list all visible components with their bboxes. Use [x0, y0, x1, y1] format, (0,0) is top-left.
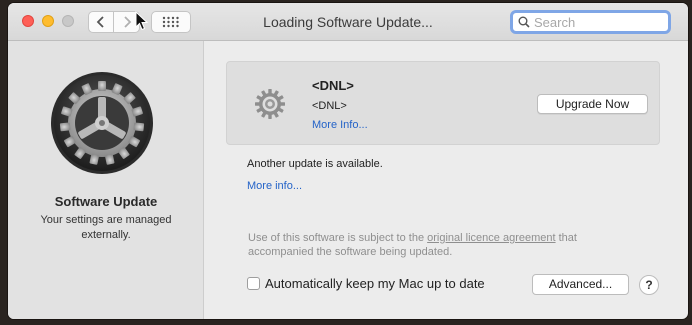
close-button[interactable]	[22, 15, 34, 27]
update-card: <DNL> <DNL> More Info... Upgrade Now	[226, 61, 660, 145]
software-update-gear-icon	[51, 72, 153, 174]
sidebar: Software Update Your settings are manage…	[8, 41, 204, 319]
update-name: <DNL>	[312, 78, 354, 93]
preferences-window: Loading Software Update... Search Softwa…	[8, 3, 688, 319]
search-icon	[518, 16, 530, 28]
sidebar-title: Software Update	[54, 194, 158, 209]
show-all-button[interactable]	[151, 11, 191, 33]
back-button[interactable]	[88, 11, 114, 33]
auto-update-checkbox[interactable]	[247, 277, 260, 290]
window-title: Loading Software Update...	[263, 14, 433, 30]
chevron-right-icon	[123, 16, 131, 28]
more-info-link[interactable]: More info...	[247, 180, 302, 192]
mouse-pointer-icon	[135, 11, 149, 31]
update-version: <DNL>	[312, 100, 347, 112]
help-button[interactable]: ?	[639, 275, 659, 295]
title-bar: Loading Software Update...	[8, 3, 688, 41]
grid-icon	[162, 16, 179, 28]
chevron-left-icon	[96, 16, 104, 28]
update-more-info-link[interactable]: More Info...	[312, 119, 368, 131]
another-update-text: Another update is available.	[247, 158, 383, 170]
license-notice: Use of this software is subject to the o…	[248, 231, 628, 259]
licence-agreement-link[interactable]: original licence agreement	[427, 232, 555, 244]
zoom-button[interactable]	[62, 15, 74, 27]
search-field[interactable]	[510, 10, 671, 34]
upgrade-now-button[interactable]: Upgrade Now	[537, 94, 648, 114]
search-input[interactable]	[534, 14, 664, 30]
auto-update-label[interactable]: Automatically keep my Mac up to date	[265, 276, 485, 291]
managed-notice: Your settings are managed externally.	[40, 214, 172, 241]
gear-icon	[255, 89, 285, 119]
advanced-button[interactable]: Advanced...	[532, 274, 629, 295]
license-prefix: Use of this software is subject to the	[248, 232, 428, 244]
minimize-button[interactable]	[42, 15, 54, 27]
